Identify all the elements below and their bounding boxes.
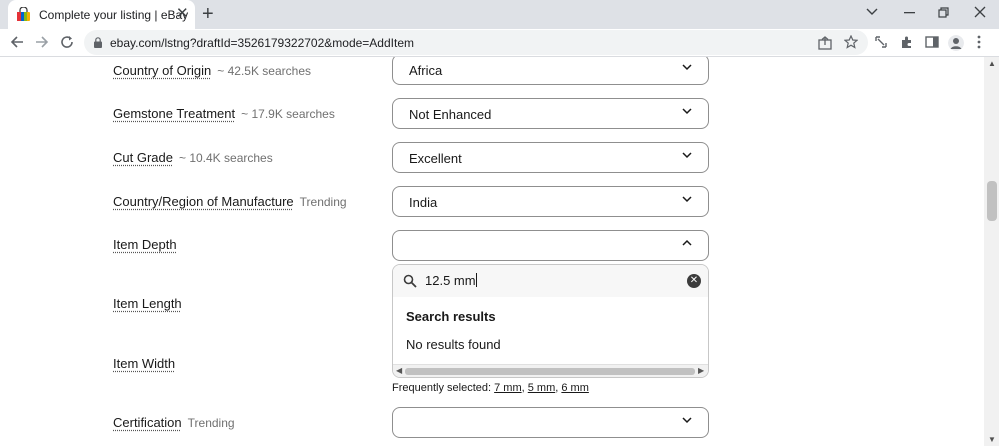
tab-search-icon[interactable] — [866, 8, 878, 16]
frequent-option[interactable]: 7 mm — [494, 382, 522, 394]
no-results-text: No results found — [406, 337, 501, 352]
ebay-favicon-icon — [17, 7, 30, 21]
scroll-up-arrow-icon[interactable]: ▲ — [988, 59, 996, 69]
browser-toolbar: ebay.com/lstng?draftId=3526179322702&mod… — [0, 29, 999, 57]
back-arrow-icon[interactable] — [10, 35, 24, 49]
dropdown-search-input[interactable]: 12.5 mm ✕ — [393, 265, 708, 297]
scroll-down-arrow-icon[interactable]: ▼ — [988, 435, 996, 445]
select-value: India — [409, 195, 438, 210]
search-query-text[interactable]: 12.5 mm — [425, 273, 477, 288]
chevron-down-icon — [682, 64, 692, 71]
country-of-origin-label[interactable]: Country of Origin ~ 42.5K searches — [113, 63, 311, 78]
reload-icon[interactable] — [60, 35, 74, 49]
tab-strip: Complete your listing | eBay ✕ + — [0, 0, 999, 29]
chevron-down-icon — [682, 417, 692, 424]
scroll-right-arrow-icon[interactable]: ▶ — [698, 366, 704, 376]
share-icon[interactable] — [818, 36, 832, 50]
certification-label[interactable]: Certification Trending — [113, 415, 235, 430]
bookmark-star-icon[interactable] — [844, 35, 858, 49]
select-value: Africa — [409, 63, 443, 78]
restore-icon[interactable] — [938, 7, 950, 19]
text-cursor — [475, 273, 477, 287]
lock-icon[interactable] — [94, 37, 102, 48]
scroll-left-arrow-icon[interactable]: ◀ — [396, 366, 402, 376]
item-depth-dropdown: 12.5 mm ✕ Search results No results foun… — [392, 264, 709, 378]
address-bar[interactable]: ebay.com/lstng?draftId=3526179322702&mod… — [84, 30, 868, 55]
minimize-icon[interactable] — [904, 12, 916, 14]
dropdown-horizontal-scrollbar[interactable]: ◀ ▶ — [393, 364, 708, 377]
gemstone-treatment-label[interactable]: Gemstone Treatment ~ 17.9K searches — [113, 106, 335, 121]
country-of-manufacture-select[interactable]: India — [392, 186, 709, 217]
page-scrollbar-thumb[interactable] — [987, 181, 997, 221]
gemstone-treatment-select[interactable]: Not Enhanced — [392, 98, 709, 129]
page-vertical-scrollbar[interactable]: ▲ ▼ — [984, 57, 999, 446]
select-value: Not Enhanced — [409, 107, 492, 122]
frequently-selected: Frequently selected: 7 mm, 5 mm, 6 mm — [392, 382, 589, 394]
country-of-origin-select[interactable]: Africa — [392, 57, 709, 85]
search-icon — [403, 274, 417, 288]
chevron-down-icon — [682, 108, 692, 115]
url-text[interactable]: ebay.com/lstng?draftId=3526179322702&mod… — [110, 36, 414, 50]
menu-kebab-icon[interactable] — [976, 35, 982, 49]
chevron-up-icon — [682, 239, 692, 246]
profile-avatar-icon[interactable] — [948, 35, 964, 51]
cut-grade-select[interactable]: Excellent — [392, 142, 709, 173]
cut-grade-label[interactable]: Cut Grade ~ 10.4K searches — [113, 150, 273, 165]
chevron-down-icon — [682, 196, 692, 203]
close-window-icon[interactable] — [974, 6, 986, 18]
frequent-option[interactable]: 6 mm — [561, 382, 589, 394]
search-results-heading: Search results — [406, 309, 496, 324]
extensions-puzzle-icon[interactable] — [900, 35, 914, 49]
side-panel-icon[interactable] — [925, 35, 939, 49]
clear-search-icon[interactable]: ✕ — [687, 274, 701, 288]
frequent-option[interactable]: 5 mm — [528, 382, 556, 394]
tab-title: Complete your listing | eBay — [39, 8, 189, 22]
scrollbar-thumb[interactable] — [405, 368, 695, 375]
tab-close-icon[interactable]: ✕ — [176, 6, 189, 22]
forward-arrow-icon[interactable] — [35, 35, 49, 49]
extension-capture-icon[interactable] — [874, 35, 888, 49]
item-depth-select[interactable] — [392, 230, 709, 261]
certification-select[interactable] — [392, 407, 709, 438]
item-depth-label[interactable]: Item Depth — [113, 237, 177, 252]
listing-form: Country of Origin ~ 42.5K searches Africa… — [0, 57, 984, 446]
item-width-label[interactable]: Item Width — [113, 356, 175, 371]
browser-tab[interactable]: Complete your listing | eBay ✕ — [8, 0, 195, 29]
select-value: Excellent — [409, 151, 462, 166]
chevron-down-icon — [682, 152, 692, 159]
new-tab-button[interactable]: + — [202, 4, 214, 24]
item-length-label[interactable]: Item Length — [113, 296, 182, 311]
country-of-manufacture-label[interactable]: Country/Region of Manufacture Trending — [113, 194, 347, 209]
